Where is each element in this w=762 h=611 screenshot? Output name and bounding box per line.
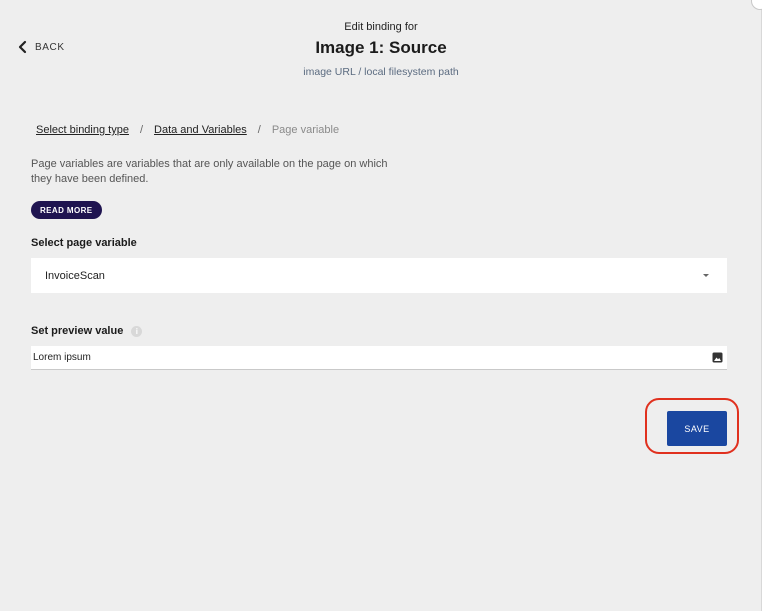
breadcrumb-select-binding-type[interactable]: Select binding type xyxy=(36,124,129,137)
breadcrumb-page-variable: Page variable xyxy=(271,124,340,136)
binding-editor-panel: BACK Edit binding for Image 1: Source im… xyxy=(0,0,762,611)
page-variable-select[interactable]: InvoiceScan xyxy=(31,258,727,293)
info-icon[interactable]: i xyxy=(131,325,143,337)
preview-value-input[interactable]: Lorem ipsum xyxy=(31,346,727,370)
page-variable-select-value: InvoiceScan xyxy=(45,269,105,282)
breadcrumb-separator: / xyxy=(257,124,261,136)
save-button[interactable]: SAVE xyxy=(667,411,727,446)
breadcrumb-separator: / xyxy=(139,124,144,136)
breadcrumb: Select binding type / Data and Variables… xyxy=(36,124,339,137)
preview-value-label-text: Set preview value xyxy=(31,325,124,337)
select-page-variable-label-text: Select page variable xyxy=(31,237,137,249)
page-variable-description: Page variables are variables that are on… xyxy=(31,158,388,185)
page-subtitle: image URL / local filesystem path xyxy=(303,66,459,78)
image-icon[interactable] xyxy=(712,352,723,363)
page-header: Edit binding for Image 1: Source image U… xyxy=(0,20,762,79)
breadcrumb-data-and-variables[interactable]: Data and Variables xyxy=(154,124,247,137)
caret-down-icon xyxy=(703,274,709,277)
preview-value-text: Lorem ipsum xyxy=(33,352,91,363)
header-eyebrow: Edit binding for xyxy=(344,21,418,33)
read-more-button[interactable]: READ MORE xyxy=(31,201,102,219)
close-icon[interactable] xyxy=(751,0,762,10)
preview-value-label: Set preview value i xyxy=(31,325,143,337)
select-page-variable-label: Select page variable xyxy=(31,237,137,249)
page-title: Image 1: Source xyxy=(315,38,447,57)
